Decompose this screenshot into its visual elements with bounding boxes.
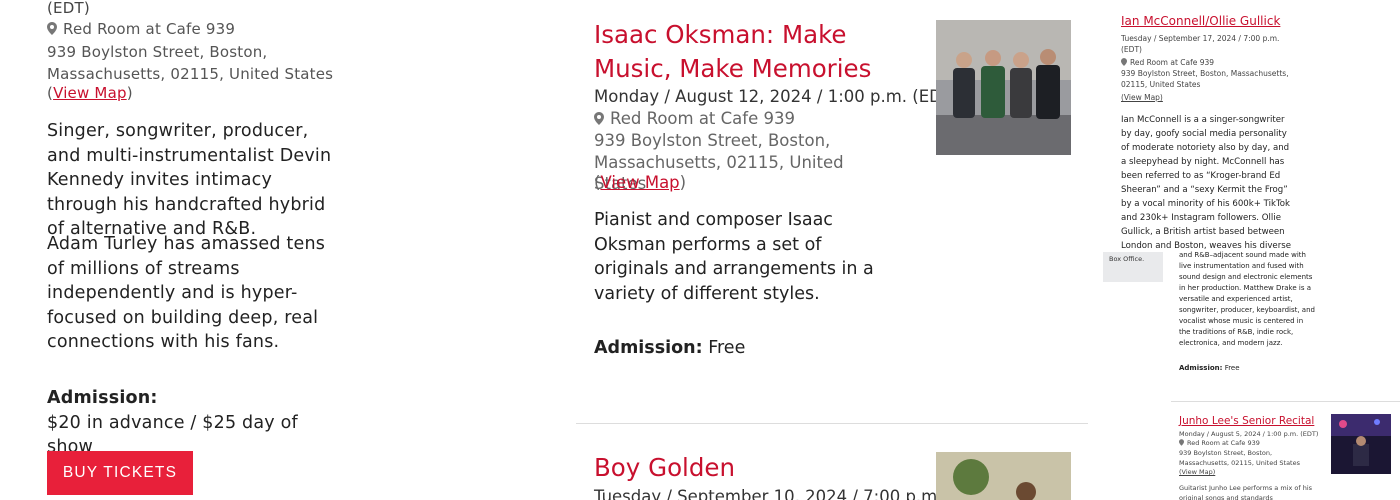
admission-info: Admission: Free xyxy=(1179,364,1240,372)
buy-tickets-button[interactable]: BUY TICKETS xyxy=(47,451,193,495)
admission-label: Admission: xyxy=(1179,364,1223,372)
admission-info: Admission: $20 in advance / $25 day of s… xyxy=(47,386,347,460)
admission-info: Admission: Free xyxy=(594,338,745,358)
paren-close: ) xyxy=(126,84,133,102)
view-map-link[interactable]: (View Map) xyxy=(1179,468,1215,478)
event-venue: Red Room at Cafe 939 xyxy=(1121,57,1214,68)
event-address: 939 Boylston Street, Boston, Massachuset… xyxy=(47,43,334,83)
venue-name: Red Room at Cafe 939 xyxy=(63,20,236,38)
map-pin-icon xyxy=(594,112,604,125)
event-title-link[interactable]: Junho Lee's Senior Recital xyxy=(1179,415,1314,427)
event-title-link[interactable]: Ian McConnell/Ollie Gullick xyxy=(1121,14,1280,28)
event-description: Pianist and composer Isaac Oksman perfor… xyxy=(594,210,874,304)
recital-photo-image xyxy=(1331,414,1391,474)
paren-close: ) xyxy=(679,173,687,192)
event-venue: Red Room at Cafe 939 xyxy=(1179,439,1260,449)
event-address: 939 Boylston Street, Boston, Massachuset… xyxy=(1179,449,1300,467)
event-venue: Red Room at Cafe 939 xyxy=(594,109,795,128)
admission-value: Free xyxy=(708,338,746,358)
event-timezone: (EDT) xyxy=(47,0,90,17)
admission-value: Free xyxy=(1224,364,1240,372)
view-map-link[interactable]: (View Map) xyxy=(1121,92,1163,103)
event-description: Singer, songwriter, producer, and multi-… xyxy=(47,121,332,240)
group-photo-image xyxy=(936,20,1071,155)
map-link-wrap: (View Map) xyxy=(47,84,347,102)
admission-label: Admission: xyxy=(594,338,703,358)
event-description-2: and R&B–adjacent sound made with live in… xyxy=(1179,251,1315,347)
view-map-link[interactable]: View Map xyxy=(53,84,127,102)
event-date: Monday / August 12, 2024 / 1:00 p.m. (ED… xyxy=(594,87,959,106)
map-pin-icon xyxy=(47,22,57,35)
section-divider xyxy=(1171,401,1400,402)
event-timezone: (EDT) xyxy=(1121,45,1142,54)
event-title-link[interactable]: Isaac Oksman: Make Music, Make Memories xyxy=(594,18,894,86)
event-photo[interactable] xyxy=(936,20,1071,155)
venue-name: Red Room at Cafe 939 xyxy=(1130,58,1215,67)
venue-name: Red Room at Cafe 939 xyxy=(610,109,795,128)
event-address: 939 Boylston Street, Boston, Massachuset… xyxy=(1121,69,1289,89)
section-divider xyxy=(576,423,1088,424)
event-venue: Red Room at Cafe 939 xyxy=(47,20,347,38)
map-link-wrap: (View Map) xyxy=(594,173,686,192)
map-pin-icon xyxy=(1121,58,1127,66)
event-description: Ian McConnell is a a singer-songwriter b… xyxy=(1121,115,1292,265)
event-photo[interactable] xyxy=(1331,414,1391,474)
view-map-link[interactable]: View Map xyxy=(600,173,679,192)
event-description-2: Adam Turley has amassed tens of millions… xyxy=(47,234,326,353)
artist-photo-image xyxy=(936,452,1071,500)
admission-label: Admission: xyxy=(47,388,158,408)
event-title-link[interactable]: Boy Golden xyxy=(594,451,735,485)
map-pin-icon xyxy=(1179,439,1184,446)
event-photo[interactable] xyxy=(936,452,1071,500)
box-office-note: Box Office. xyxy=(1103,252,1163,282)
venue-name: Red Room at Cafe 939 xyxy=(1187,439,1260,447)
event-description: Guitarist Junho Lee performs a mix of hi… xyxy=(1179,484,1313,500)
event-date: Tuesday / September 17, 2024 / 7:00 p.m. xyxy=(1121,34,1280,43)
event-date: Tuesday / September 10, 2024 / 7:00 p.m. xyxy=(594,487,943,500)
